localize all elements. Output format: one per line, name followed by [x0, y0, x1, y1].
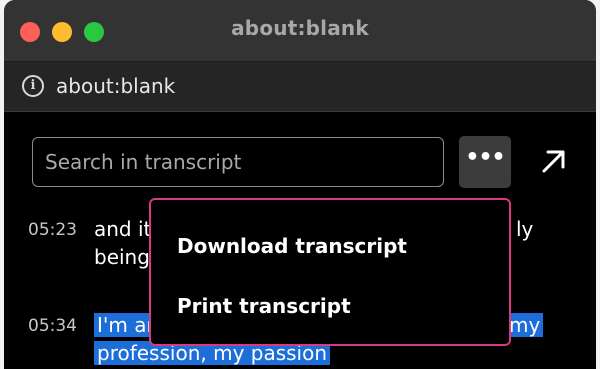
transcript-options-menu: Download transcript Print transcript [149, 198, 511, 346]
address-bar[interactable]: i about:blank [4, 62, 596, 112]
entry-text-line1-end: my [506, 313, 544, 337]
search-transcript-input[interactable] [32, 137, 444, 187]
entry-text-line1: and it [94, 217, 152, 241]
more-options-icon: ••• [465, 145, 505, 170]
entry-text-line2: being [94, 245, 150, 269]
download-transcript-menu-item[interactable]: Download transcript [177, 234, 407, 258]
entry-timestamp[interactable]: 05:23 [28, 220, 77, 240]
title-bar: about:blank [4, 0, 596, 62]
window-title: about:blank [231, 16, 369, 40]
entry-text-line1-end: ly [516, 217, 534, 241]
highlighted-text: my [506, 313, 544, 337]
entry-timestamp[interactable]: 05:34 [28, 316, 77, 336]
arrow-up-right-icon[interactable] [538, 146, 568, 176]
url-text[interactable]: about:blank [56, 74, 175, 98]
browser-window: about:blank i about:blank ••• 05:23 and … [4, 0, 596, 369]
more-options-button[interactable]: ••• [459, 136, 511, 188]
info-icon[interactable]: i [22, 75, 44, 97]
print-transcript-menu-item[interactable]: Print transcript [177, 294, 351, 318]
